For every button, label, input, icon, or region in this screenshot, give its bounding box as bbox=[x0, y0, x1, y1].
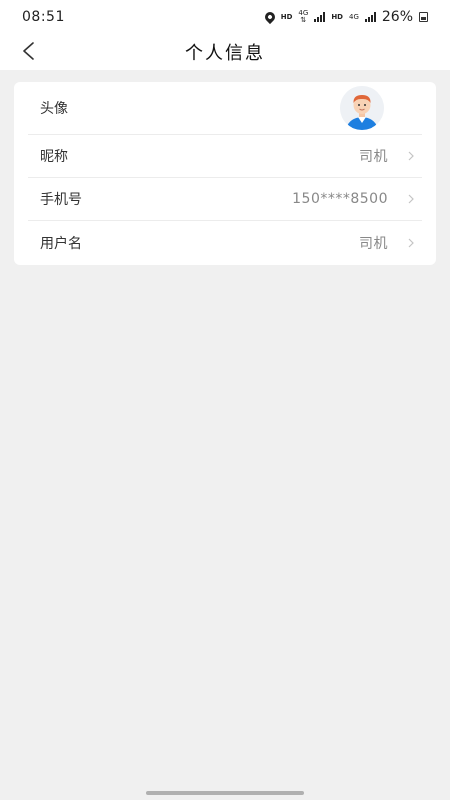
profile-card: 头像 昵称 司机 手机号 150****8500 用户名 司机 bbox=[14, 82, 436, 265]
chevron-right-icon bbox=[408, 238, 414, 248]
status-time: 08:51 bbox=[22, 9, 65, 25]
chevron-right-icon bbox=[408, 194, 414, 204]
battery-percentage: 26% bbox=[381, 9, 413, 25]
chevron-left-icon bbox=[23, 42, 34, 60]
navigation-bar: 个人信息 bbox=[0, 34, 450, 70]
signal-icon bbox=[314, 12, 326, 22]
row-label: 手机号 bbox=[40, 192, 82, 208]
network-type: 4G bbox=[348, 12, 359, 21]
username-row[interactable]: 用户名 司机 bbox=[28, 221, 422, 265]
username-value: 司机 bbox=[359, 236, 388, 252]
network-indicator: 4G bbox=[348, 12, 359, 21]
network-indicator: 4G ⇅ bbox=[298, 10, 308, 24]
location-icon bbox=[262, 9, 277, 25]
hd-badge: HD bbox=[280, 13, 293, 21]
signal-icon bbox=[364, 12, 376, 22]
avatar-image bbox=[340, 86, 384, 130]
hd-badge: HD bbox=[331, 13, 343, 21]
avatar[interactable] bbox=[340, 86, 384, 130]
nickname-row[interactable]: 昵称 司机 bbox=[28, 135, 422, 178]
data-arrows-icon: ⇅ bbox=[300, 16, 307, 24]
row-label: 头像 bbox=[40, 101, 68, 117]
page-title: 个人信息 bbox=[185, 43, 265, 64]
avatar-row[interactable]: 头像 bbox=[28, 82, 422, 135]
status-bar: 08:51 HD 4G ⇅ HD 4G 26% bbox=[0, 0, 450, 34]
phone-row[interactable]: 手机号 150****8500 bbox=[28, 178, 422, 221]
status-icons: HD 4G ⇅ HD 4G 26% bbox=[262, 9, 428, 25]
back-button[interactable] bbox=[14, 36, 44, 66]
home-indicator[interactable] bbox=[146, 791, 304, 795]
phone-value: 150****8500 bbox=[292, 191, 388, 207]
chevron-right-icon bbox=[408, 151, 414, 161]
battery-icon bbox=[419, 12, 428, 22]
row-label: 昵称 bbox=[40, 149, 68, 165]
top-bar: 08:51 HD 4G ⇅ HD 4G 26% 个人信息 bbox=[0, 0, 450, 70]
nickname-value: 司机 bbox=[359, 149, 388, 165]
row-label: 用户名 bbox=[40, 236, 82, 252]
